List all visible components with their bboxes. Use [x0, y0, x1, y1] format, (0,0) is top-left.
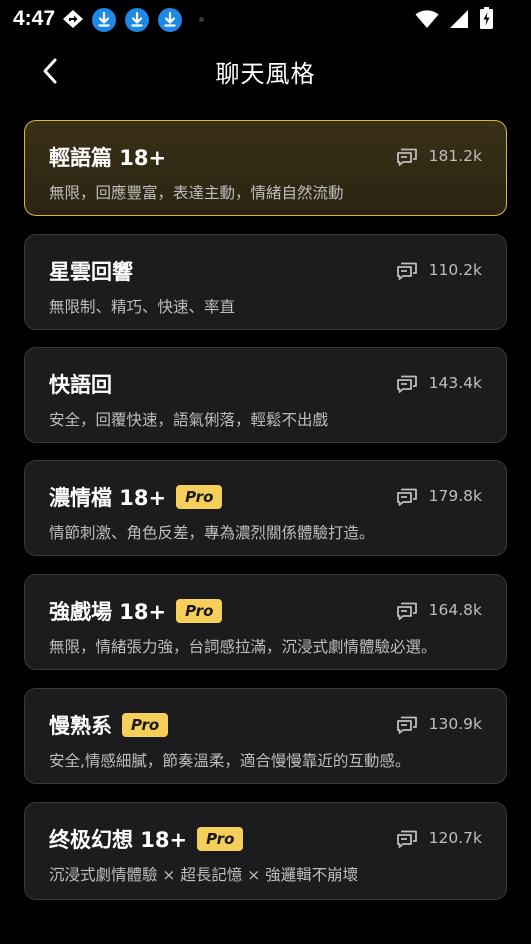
chat-bubbles-icon [396, 830, 417, 848]
battery-charging-icon [480, 7, 493, 29]
usage-count-value: 181.2k [428, 147, 482, 165]
usage-count-value: 130.9k [428, 715, 482, 733]
style-card-1[interactable]: 輕語篇 18+ 181.2k 無限，回應豐富，表達主動，情緒自然流動 [24, 120, 507, 216]
style-card-2[interactable]: 星雲回響 110.2k 無限制、精巧、快速、率直 [24, 234, 507, 330]
style-description: 安全，回覆快速，語氣俐落，輕鬆不出戲 [49, 411, 329, 429]
pro-badge: Pro [176, 599, 223, 623]
usage-count: 143.4k [395, 373, 482, 393]
usage-count: 164.8k [395, 600, 482, 620]
chat-bubbles-icon [396, 375, 417, 393]
download-icon [92, 8, 116, 32]
style-title: 濃情檔 18+ [49, 486, 167, 510]
notification-dot-icon [199, 17, 204, 22]
chat-bubbles-icon [396, 602, 417, 620]
style-title: 輕語篇 18+ [49, 146, 167, 170]
style-description: 無限制、精巧、快速、率直 [49, 298, 236, 316]
navigation-diamond-icon [63, 10, 83, 28]
usage-count-value: 179.8k [428, 487, 482, 505]
usage-count-value: 143.4k [428, 374, 482, 392]
style-title-row: 慢熟系 Pro [49, 710, 169, 740]
pro-badge: Pro [176, 485, 223, 509]
chat-bubbles-icon [396, 488, 417, 506]
style-title: 慢熟系 [49, 714, 112, 738]
usage-count-value: 164.8k [428, 601, 482, 619]
style-card-6[interactable]: 慢熟系 Pro 130.9k 安全,情感細膩，節奏溫柔，適合慢慢靠近的互動感。 [24, 688, 507, 784]
style-title: 终极幻想 18+ [49, 828, 188, 852]
style-title: 強戲場 18+ [49, 600, 167, 624]
style-description: 情節刺激、角色反差，專為濃烈關係體驗打造。 [49, 524, 375, 542]
style-title-row: 強戲場 18+ Pro [49, 596, 223, 626]
usage-count: 110.2k [395, 260, 482, 280]
style-title: 快語回 [49, 373, 112, 397]
pro-badge: Pro [122, 713, 169, 737]
download-icon [158, 8, 182, 32]
usage-count: 179.8k [395, 486, 482, 506]
usage-count-value: 110.2k [428, 261, 482, 279]
signal-icon [450, 10, 468, 28]
wifi-icon [415, 10, 439, 28]
style-description: 無限，情緒張力強，台詞感拉滿，沉浸式劇情體驗必選。 [49, 638, 437, 656]
style-description: 沉浸式劇情體驗 × 超長記憶 × 強邏輯不崩壞 [49, 866, 359, 884]
usage-count: 181.2k [395, 146, 482, 166]
style-card-3[interactable]: 快語回 143.4k 安全，回覆快速，語氣俐落，輕鬆不出戲 [24, 347, 507, 443]
usage-count: 130.9k [395, 714, 482, 734]
page-title: 聊天風格 [215, 60, 316, 88]
usage-count: 120.7k [395, 828, 482, 848]
usage-count-value: 120.7k [428, 829, 482, 847]
chat-bubbles-icon [396, 262, 417, 280]
style-title-row: 终极幻想 18+ Pro [49, 824, 244, 854]
header: 聊天風格 [0, 45, 531, 95]
download-icon [125, 8, 149, 32]
chat-bubbles-icon [396, 148, 417, 166]
style-card-4[interactable]: 濃情檔 18+ Pro 179.8k 情節刺激、角色反差，專為濃烈關係體驗打造。 [24, 460, 507, 556]
style-description: 安全,情感細膩，節奏溫柔，適合慢慢靠近的互動感。 [49, 752, 411, 770]
style-title-row: 濃情檔 18+ Pro [49, 482, 223, 512]
style-card-5[interactable]: 強戲場 18+ Pro 164.8k 無限，情緒張力強，台詞感拉滿，沉浸式劇情體驗… [24, 574, 507, 670]
style-card-7[interactable]: 终极幻想 18+ Pro 120.7k 沉浸式劇情體驗 × 超長記憶 × 強邏輯不… [24, 802, 507, 900]
style-title: 星雲回響 [49, 260, 133, 284]
pro-badge: Pro [197, 827, 244, 851]
style-description: 無限，回應豐富，表達主動，情緒自然流動 [49, 184, 344, 202]
chat-bubbles-icon [396, 716, 417, 734]
status-time: 4:47 [13, 7, 56, 30]
status-bar: 4:47 [0, 0, 531, 38]
